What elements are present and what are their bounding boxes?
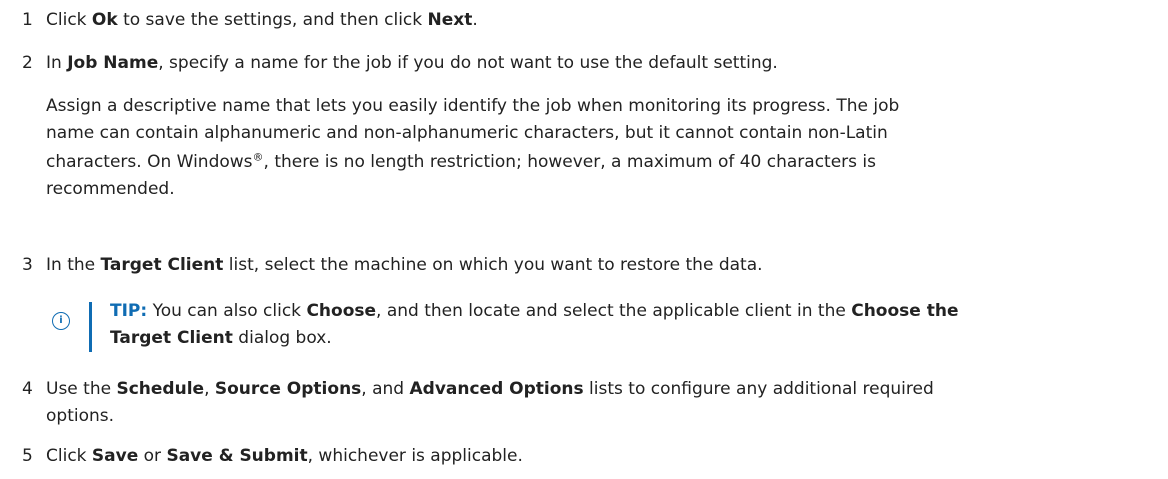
choose-target-client-dialog-ref: Target Client	[110, 328, 233, 348]
next-button-ref: Next	[427, 10, 473, 30]
step-text: Click Save or Save & Submit, whichever i…	[46, 446, 523, 466]
schedule-list-ref: Schedule	[116, 379, 205, 399]
step-number: 3	[22, 255, 33, 275]
source-options-list-ref: Source Options	[214, 379, 362, 399]
step-number: 5	[22, 446, 33, 466]
job-name-field-ref: Job Name	[67, 53, 159, 73]
choose-button-ref: Choose	[306, 301, 377, 321]
info-circle-icon: i	[52, 312, 70, 330]
step-text: Click Ok to save the settings, and then …	[46, 10, 478, 30]
save-submit-button-ref: Save & Submit	[166, 446, 308, 466]
registered-mark: ®	[252, 150, 264, 164]
tip-label: TIP:	[110, 301, 148, 321]
save-button-ref: Save	[91, 446, 139, 466]
step-number: 2	[22, 53, 33, 73]
step-number: 1	[22, 10, 33, 30]
tip-divider	[89, 302, 92, 352]
step-number: 4	[22, 379, 33, 399]
tip-text: TIP: You can also click Choose, and then…	[110, 301, 959, 348]
step-description: Assign a descriptive name that lets you …	[46, 96, 900, 199]
step-text-continuation: options.	[46, 406, 115, 426]
advanced-options-list-ref: Advanced Options	[409, 379, 584, 399]
step-text: In the Target Client list, select the ma…	[46, 255, 763, 275]
target-client-list-ref: Target Client	[100, 255, 224, 275]
step-text: In Job Name, specify a name for the job …	[46, 53, 778, 73]
step-text: Use the Schedule, Source Options, and Ad…	[46, 379, 934, 399]
ok-button-ref: Ok	[91, 10, 118, 30]
